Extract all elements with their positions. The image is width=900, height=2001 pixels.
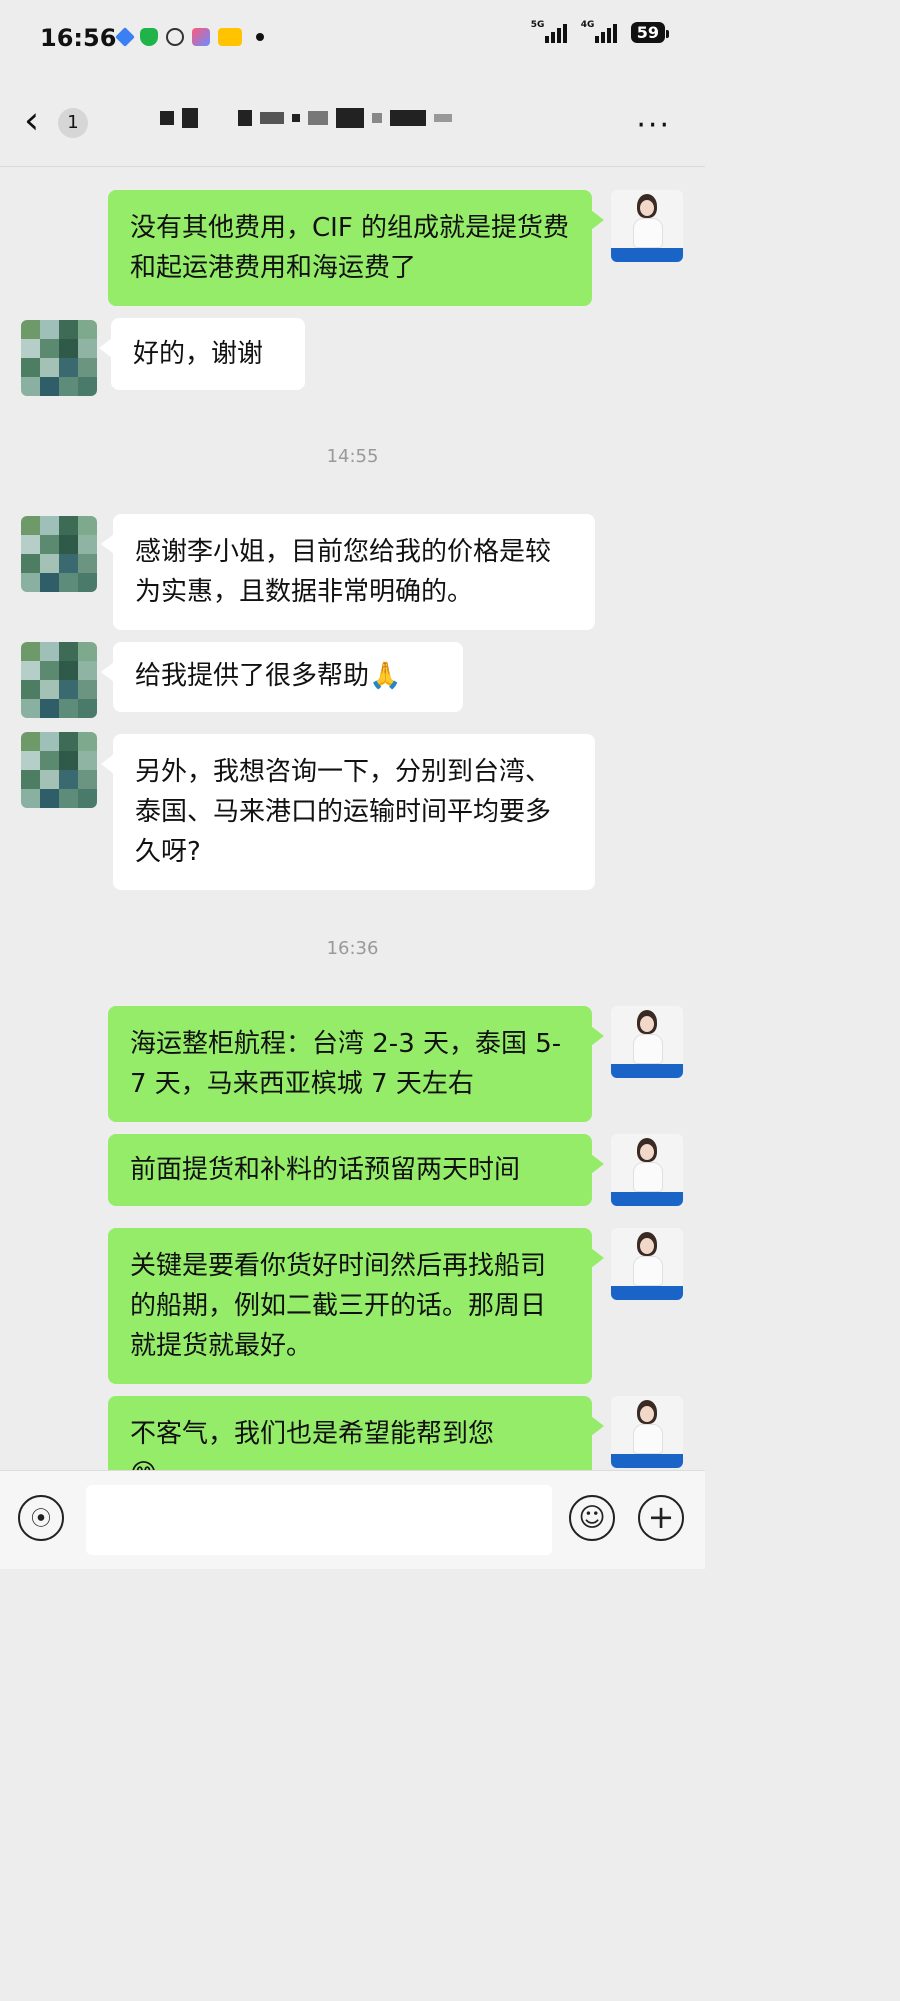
signal-2-icon: 4G (581, 20, 617, 43)
shield-icon (140, 28, 158, 46)
status-icons (115, 27, 264, 47)
customer-avatar[interactable] (21, 642, 97, 718)
send-icon (115, 27, 135, 47)
unread-count-badge[interactable]: 1 (58, 108, 88, 138)
status-bar: 16:56 5G 4G 59 (0, 0, 705, 82)
message-bubble[interactable]: 另外，我想咨询一下，分别到台湾、泰国、马来港口的运输时间平均要多久呀? (101, 734, 595, 890)
signal-1-label: 5G (530, 20, 545, 30)
timestamp: 14:55 (326, 446, 379, 467)
more-options-icon[interactable]: ··· (636, 108, 671, 143)
timestamp: 16:36 (326, 938, 379, 959)
message-bubble[interactable]: 给我提供了很多帮助🙏 (101, 642, 463, 712)
battery-icon: 59 (630, 22, 670, 43)
chat-title-obscured (160, 108, 452, 128)
agent-avatar[interactable] (611, 1006, 683, 1078)
customer-avatar[interactable] (21, 320, 97, 396)
message-bubble[interactable]: 感谢李小姐，目前您给我的价格是较为实惠，且数据非常明确的。 (101, 514, 595, 630)
chevron-left-icon[interactable]: ‹ (24, 100, 39, 140)
voice-icon[interactable]: ⦿ (18, 1495, 64, 1541)
meituan-icon (218, 28, 242, 46)
notification-dot (256, 33, 264, 41)
input-bar: ⦿ ☺ + (0, 1470, 705, 1569)
pray-emoji-icon: 🙏 (369, 661, 402, 691)
message-bubble[interactable]: 海运整柜航程：台湾 2-3 天，泰国 5-7 天，马来西亚槟城 7 天左右 (108, 1006, 604, 1122)
message-text: 不客气，我们也是希望能帮到您 (130, 1419, 495, 1449)
message-bubble[interactable]: 关键是要看你货好时间然后再找船司的船期，例如二截三开的话。那周日就提货就最好。 (108, 1228, 604, 1384)
agent-avatar[interactable] (611, 190, 683, 262)
message-input[interactable] (86, 1485, 552, 1555)
chat-icon (166, 28, 184, 46)
agent-avatar[interactable] (611, 1396, 683, 1468)
customer-avatar[interactable] (21, 516, 97, 592)
message-bubble[interactable]: 前面提货和补料的话预留两天时间 (108, 1134, 604, 1206)
agent-avatar[interactable] (611, 1228, 683, 1300)
emoji-icon[interactable]: ☺ (569, 1495, 615, 1541)
signal-1-icon: 5G (531, 20, 567, 43)
network-indicators: 5G 4G 59 (531, 20, 670, 43)
signal-2-label: 4G (580, 20, 595, 30)
app-icon (192, 28, 210, 46)
chat-header: ‹ 1 ··· (0, 82, 705, 167)
customer-avatar[interactable] (21, 732, 97, 808)
message-text: 给我提供了很多帮助 (135, 661, 370, 691)
message-bubble[interactable]: 好的，谢谢 (99, 318, 305, 390)
message-bubble[interactable]: 没有其他费用，CIF 的组成就是提货费和起运港费用和海运费了 (108, 190, 604, 306)
agent-avatar[interactable] (611, 1134, 683, 1206)
status-time: 16:56 (40, 24, 117, 52)
plus-icon[interactable]: + (638, 1495, 684, 1541)
